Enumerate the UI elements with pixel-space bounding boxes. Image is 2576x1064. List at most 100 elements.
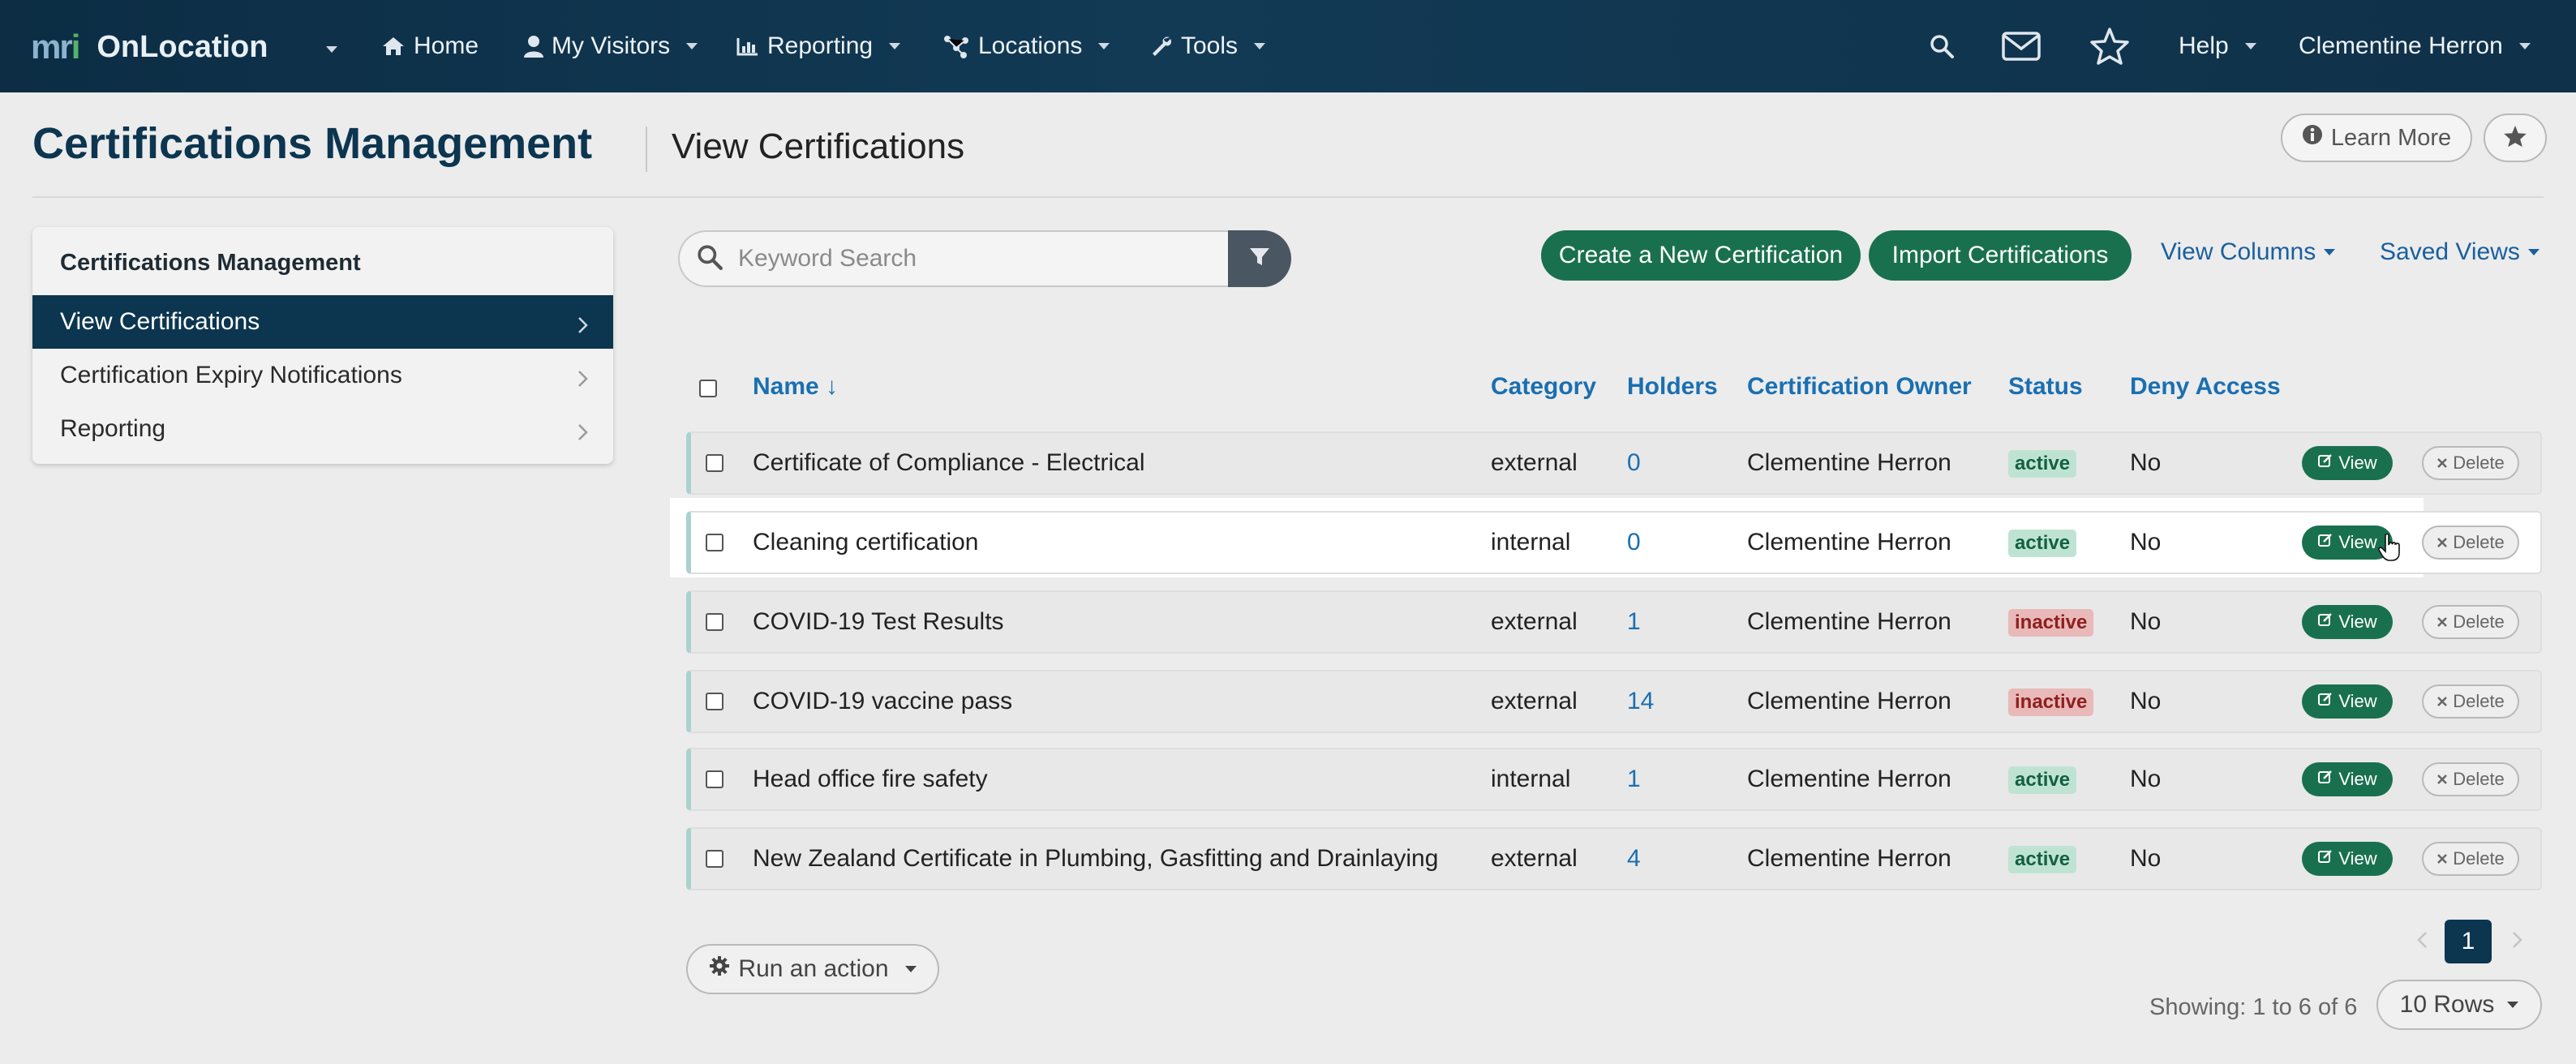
- pagination-previous[interactable]: [2399, 920, 2445, 963]
- saved-views-label: Saved Views: [2380, 238, 2520, 265]
- close-icon: [2436, 611, 2448, 633]
- search-input[interactable]: [738, 245, 1192, 272]
- row-checkbox[interactable]: [706, 534, 723, 551]
- cell-holders-link[interactable]: 1: [1627, 766, 1641, 793]
- saved-views-dropdown[interactable]: Saved Views: [2380, 238, 2540, 266]
- cell-deny-access: No: [2130, 766, 2162, 792]
- chevron-down-icon: [2244, 43, 2256, 49]
- delete-button[interactable]: Delete: [2422, 684, 2519, 719]
- column-header-name[interactable]: Name ↓: [753, 373, 838, 401]
- network-nodes-icon: [942, 34, 970, 58]
- sidebar-item-label: View Certifications: [60, 308, 260, 335]
- delete-label: Delete: [2453, 691, 2505, 711]
- learn-more-button[interactable]: Learn More: [2281, 114, 2472, 162]
- mri-logo: mri: [31, 28, 80, 66]
- search-button[interactable]: [1929, 0, 1955, 92]
- row-checkbox[interactable]: [706, 693, 723, 710]
- rows-per-page-dropdown[interactable]: 10 Rows: [2376, 980, 2542, 1030]
- view-label: View: [2338, 848, 2377, 869]
- chevron-right-icon: [577, 367, 589, 394]
- cell-name: COVID-19 Test Results: [753, 608, 1004, 635]
- sidebar-item-view-certifications[interactable]: View Certifications: [32, 295, 613, 349]
- view-button[interactable]: View: [2302, 446, 2393, 480]
- cell-deny-access: No: [2130, 449, 2162, 476]
- keyword-search[interactable]: [678, 230, 1228, 287]
- sidebar-item-reporting[interactable]: Reporting: [32, 402, 613, 456]
- delete-button[interactable]: Delete: [2422, 762, 2519, 796]
- row-checkbox[interactable]: [706, 770, 723, 788]
- bar-chart-icon: [736, 36, 759, 56]
- nav-my-visitors-label: My Visitors: [552, 32, 671, 59]
- nav-home[interactable]: Home: [381, 0, 479, 92]
- top-navigation-bar: mri OnLocation Home My Visitors Reportin…: [0, 0, 2576, 92]
- favorites-button[interactable]: [2089, 0, 2130, 92]
- row-checkbox[interactable]: [706, 454, 723, 472]
- delete-button[interactable]: Delete: [2422, 526, 2519, 560]
- cell-owner: Clementine Herron: [1747, 766, 1951, 792]
- nav-locations[interactable]: Locations: [942, 0, 1110, 92]
- nav-locations-label: Locations: [978, 32, 1083, 59]
- edit-icon: [2317, 453, 2333, 474]
- nav-tools[interactable]: Tools: [1150, 0, 1266, 92]
- edit-icon: [2317, 848, 2333, 869]
- view-label: View: [2338, 611, 2377, 632]
- search-icon: [1929, 33, 1955, 59]
- delete-button[interactable]: Delete: [2422, 842, 2519, 876]
- column-header-holders[interactable]: Holders: [1627, 373, 1718, 401]
- cell-owner: Clementine Herron: [1747, 688, 1951, 714]
- import-certifications-button[interactable]: Import Certifications: [1869, 230, 2132, 281]
- cell-holders-link[interactable]: 0: [1627, 529, 1641, 556]
- pagination-next[interactable]: [2495, 920, 2540, 963]
- nav-reporting-label: Reporting: [767, 32, 874, 59]
- page-subtitle: View Certifications: [672, 127, 965, 166]
- cell-holders-link[interactable]: 14: [1627, 688, 1654, 715]
- delete-button[interactable]: Delete: [2422, 446, 2519, 480]
- nav-tools-label: Tools: [1181, 32, 1239, 59]
- cell-holders-link[interactable]: 1: [1627, 608, 1641, 636]
- create-certification-button[interactable]: Create a New Certification: [1541, 230, 1861, 281]
- column-header-status[interactable]: Status: [2008, 373, 2083, 401]
- view-label: View: [2338, 532, 2377, 552]
- cell-name: Head office fire safety: [753, 766, 988, 792]
- bookmark-page-button[interactable]: [2484, 114, 2547, 162]
- sidebar: Certifications Management View Certifica…: [32, 227, 613, 464]
- view-columns-dropdown[interactable]: View Columns: [2161, 238, 2336, 266]
- view-button[interactable]: View: [2302, 762, 2393, 796]
- nav-my-visitors[interactable]: My Visitors: [524, 0, 698, 92]
- filter-button[interactable]: [1228, 230, 1291, 287]
- nav-help-label: Help: [2179, 32, 2229, 59]
- view-button[interactable]: View: [2302, 842, 2393, 876]
- chevron-right-icon: [2512, 928, 2523, 955]
- cell-category: internal: [1491, 766, 1571, 792]
- delete-button[interactable]: Delete: [2422, 605, 2519, 639]
- column-header-category[interactable]: Category: [1491, 373, 1596, 401]
- cell-holders-link[interactable]: 4: [1627, 845, 1641, 873]
- sidebar-item-expiry-notifications[interactable]: Certification Expiry Notifications: [32, 349, 613, 402]
- nav-help[interactable]: Help: [2179, 0, 2256, 92]
- column-header-deny-access[interactable]: Deny Access: [2130, 373, 2281, 401]
- view-label: View: [2338, 691, 2377, 711]
- brand-name: OnLocation: [97, 29, 268, 64]
- view-button[interactable]: View: [2302, 684, 2393, 719]
- pagination-current-page[interactable]: 1: [2445, 920, 2492, 963]
- column-header-owner[interactable]: Certification Owner: [1747, 373, 1972, 401]
- delete-label: Delete: [2453, 611, 2505, 632]
- close-icon: [2436, 532, 2448, 553]
- row-checkbox[interactable]: [706, 850, 723, 868]
- app-logo[interactable]: mri OnLocation: [31, 28, 268, 66]
- view-button[interactable]: View: [2302, 605, 2393, 639]
- cell-owner: Clementine Herron: [1747, 608, 1951, 635]
- cell-holders-link[interactable]: 0: [1627, 449, 1641, 477]
- user-menu[interactable]: Clementine Herron: [2299, 0, 2531, 92]
- nav-reporting[interactable]: Reporting: [736, 0, 901, 92]
- run-action-button[interactable]: Run an action: [686, 944, 939, 994]
- view-columns-label: View Columns: [2161, 238, 2316, 265]
- select-all-checkbox[interactable]: [699, 380, 717, 397]
- messages-button[interactable]: [2002, 0, 2041, 92]
- row-checkbox[interactable]: [706, 613, 723, 631]
- app-switcher-chevron-down-icon[interactable]: [318, 42, 337, 57]
- gear-icon: [709, 955, 730, 983]
- cell-category: internal: [1491, 529, 1571, 556]
- cell-deny-access: No: [2130, 529, 2162, 556]
- view-label: View: [2338, 769, 2377, 789]
